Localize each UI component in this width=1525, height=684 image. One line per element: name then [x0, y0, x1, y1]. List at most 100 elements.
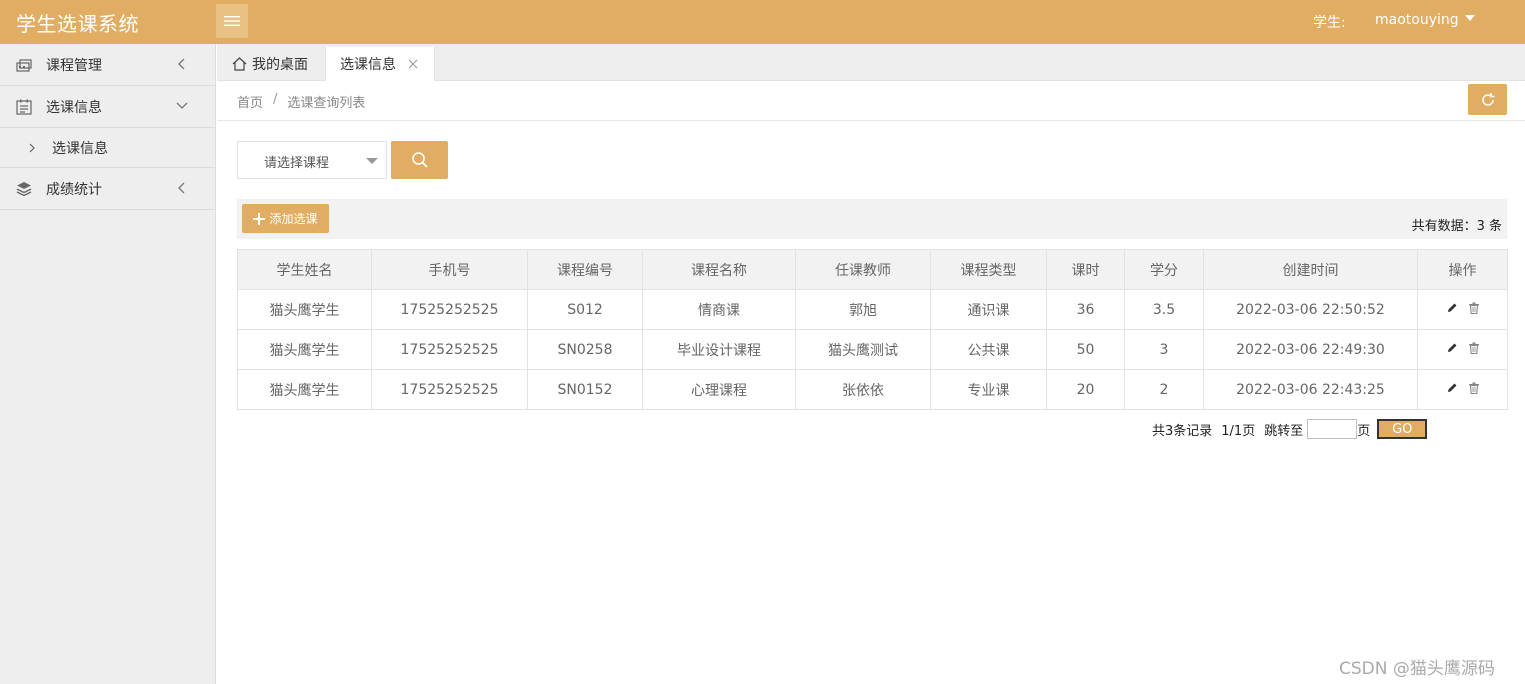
- table-toolbar: 添加选课 共有数据：3 条: [237, 199, 1507, 239]
- trash-icon[interactable]: [1468, 342, 1480, 354]
- edit-icon[interactable]: [1446, 382, 1458, 394]
- search-button[interactable]: [391, 141, 448, 179]
- cell-credits: 3.5: [1124, 289, 1204, 330]
- cell-phone: 17525252525: [371, 369, 528, 410]
- jump-label: 跳转至: [1264, 423, 1304, 439]
- sidebar-item-label: 课程管理: [46, 58, 102, 74]
- table-row: 猫头鹰学生 17525252525 SN0152 心理课程 张依依 专业课 20…: [237, 369, 1508, 410]
- table-row: 猫头鹰学生 17525252525 SN0258 毕业设计课程 猫头鹰测试 公共…: [237, 329, 1508, 370]
- go-button[interactable]: GO: [1377, 419, 1428, 439]
- sidebar: 课程管理 选课信息 选课信息 成绩统计: [0, 44, 216, 684]
- breadcrumb-current: 选课查询列表: [287, 96, 366, 111]
- tab-label: 选课信息: [340, 57, 396, 73]
- cell-teacher: 猫头鹰测试: [795, 329, 931, 370]
- cell-actions: [1417, 369, 1508, 410]
- refresh-icon: [1481, 92, 1494, 106]
- chevron-right-icon: [29, 143, 35, 153]
- close-icon[interactable]: [408, 59, 418, 69]
- cell-course-type: 公共课: [930, 329, 1047, 370]
- cell-course-code: S012: [527, 289, 643, 330]
- total-count: 共有数据：3 条: [1411, 219, 1502, 234]
- trash-icon[interactable]: [1468, 382, 1480, 394]
- column-header: 课程类型: [930, 249, 1047, 290]
- search-icon: [411, 152, 428, 168]
- cell-hours: 50: [1046, 329, 1125, 370]
- cell-course-code: SN0258: [527, 329, 643, 370]
- tab-bar: 我的桌面 选课信息: [217, 44, 1525, 81]
- cell-course-code: SN0152: [527, 369, 643, 410]
- add-selection-label: 添加选课: [269, 212, 318, 226]
- user-menu[interactable]: maotouying: [1375, 12, 1475, 28]
- selection-table: 学生姓名 手机号 课程编号 课程名称 任课教师 课程类型 课时 学分 创建时间 …: [237, 249, 1508, 410]
- course-select[interactable]: 请选择课程: [237, 141, 387, 179]
- pagination: 共3条记录 1/1页 跳转至 页 GO: [1152, 419, 1428, 439]
- table-row: 猫头鹰学生 17525252525 S012 情商课 郭旭 通识课 36 3.5…: [237, 289, 1508, 330]
- column-header: 任课教师: [795, 249, 931, 290]
- cell-actions: [1417, 289, 1508, 330]
- cell-student-name: 猫头鹰学生: [237, 289, 372, 330]
- refresh-button[interactable]: [1468, 84, 1507, 115]
- column-header: 创建时间: [1203, 249, 1418, 290]
- cell-credits: 3: [1124, 329, 1204, 370]
- home-icon: [232, 57, 247, 71]
- caret-down-icon: [366, 158, 378, 164]
- top-header: 学生选课系统 学生: maotouying: [0, 0, 1525, 44]
- edit-icon[interactable]: [1446, 302, 1458, 314]
- sidebar-item-grade-statistics[interactable]: 成绩统计: [0, 168, 215, 210]
- course-select-value: 请选择课程: [264, 156, 330, 171]
- chevron-down-icon: [1464, 15, 1475, 21]
- layers-icon: [16, 182, 32, 197]
- sidebar-subitem-selection-info[interactable]: 选课信息: [0, 128, 215, 168]
- breadcrumb: 首页 / 选课查询列表: [237, 92, 365, 111]
- menu-toggle-button[interactable]: [216, 4, 248, 38]
- cell-created-time: 2022-03-06 22:50:52: [1203, 289, 1418, 330]
- tab-label: 我的桌面: [252, 57, 308, 73]
- user-name: maotouying: [1375, 12, 1459, 28]
- cell-teacher: 张依依: [795, 369, 931, 410]
- tab-my-desktop[interactable]: 我的桌面: [217, 47, 324, 81]
- record-count: 共3条记录: [1152, 423, 1213, 439]
- cell-hours: 36: [1046, 289, 1125, 330]
- cell-phone: 17525252525: [371, 329, 528, 370]
- trash-icon[interactable]: [1468, 302, 1480, 314]
- sidebar-item-label: 选课信息: [46, 100, 102, 116]
- breadcrumb-bar: 首页 / 选课查询列表: [217, 81, 1525, 121]
- column-header: 学生姓名: [237, 249, 372, 290]
- chevron-down-icon: [176, 102, 188, 109]
- plus-icon: [253, 212, 266, 225]
- cell-credits: 2: [1124, 369, 1204, 410]
- cell-created-time: 2022-03-06 22:43:25: [1203, 369, 1418, 410]
- column-header: 操作: [1417, 249, 1508, 290]
- cell-course-type: 通识课: [930, 289, 1047, 330]
- chevron-left-icon: [178, 58, 185, 70]
- hamburger-icon: [224, 16, 240, 26]
- table-header-row: 学生姓名 手机号 课程编号 课程名称 任课教师 课程类型 课时 学分 创建时间 …: [237, 249, 1508, 290]
- app-title: 学生选课系统: [16, 12, 139, 36]
- cell-student-name: 猫头鹰学生: [237, 369, 372, 410]
- page-count: 1/1页: [1221, 423, 1256, 439]
- cell-course-type: 专业课: [930, 369, 1047, 410]
- cell-course-name: 情商课: [642, 289, 796, 330]
- sidebar-item-course-management[interactable]: 课程管理: [0, 44, 215, 86]
- page-jump-input[interactable]: [1307, 419, 1358, 439]
- edit-icon[interactable]: [1446, 342, 1458, 354]
- column-header: 课程编号: [527, 249, 643, 290]
- add-selection-button[interactable]: 添加选课: [242, 204, 329, 233]
- column-header: 课时: [1046, 249, 1125, 290]
- cell-created-time: 2022-03-06 22:49:30: [1203, 329, 1418, 370]
- tab-selection-info[interactable]: 选课信息: [325, 47, 435, 81]
- cell-student-name: 猫头鹰学生: [237, 329, 372, 370]
- breadcrumb-home-link[interactable]: 首页: [237, 92, 263, 111]
- cell-teacher: 郭旭: [795, 289, 931, 330]
- breadcrumb-separator: /: [273, 92, 278, 107]
- column-header: 课程名称: [642, 249, 796, 290]
- sidebar-item-selection-info[interactable]: 选课信息: [0, 86, 215, 128]
- cell-phone: 17525252525: [371, 289, 528, 330]
- chevron-left-icon: [178, 182, 185, 194]
- course-icon: [16, 59, 32, 72]
- cell-actions: [1417, 329, 1508, 370]
- sidebar-subitem-label: 选课信息: [52, 141, 108, 157]
- calendar-icon: [16, 99, 32, 115]
- cell-hours: 20: [1046, 369, 1125, 410]
- column-header: 手机号: [371, 249, 528, 290]
